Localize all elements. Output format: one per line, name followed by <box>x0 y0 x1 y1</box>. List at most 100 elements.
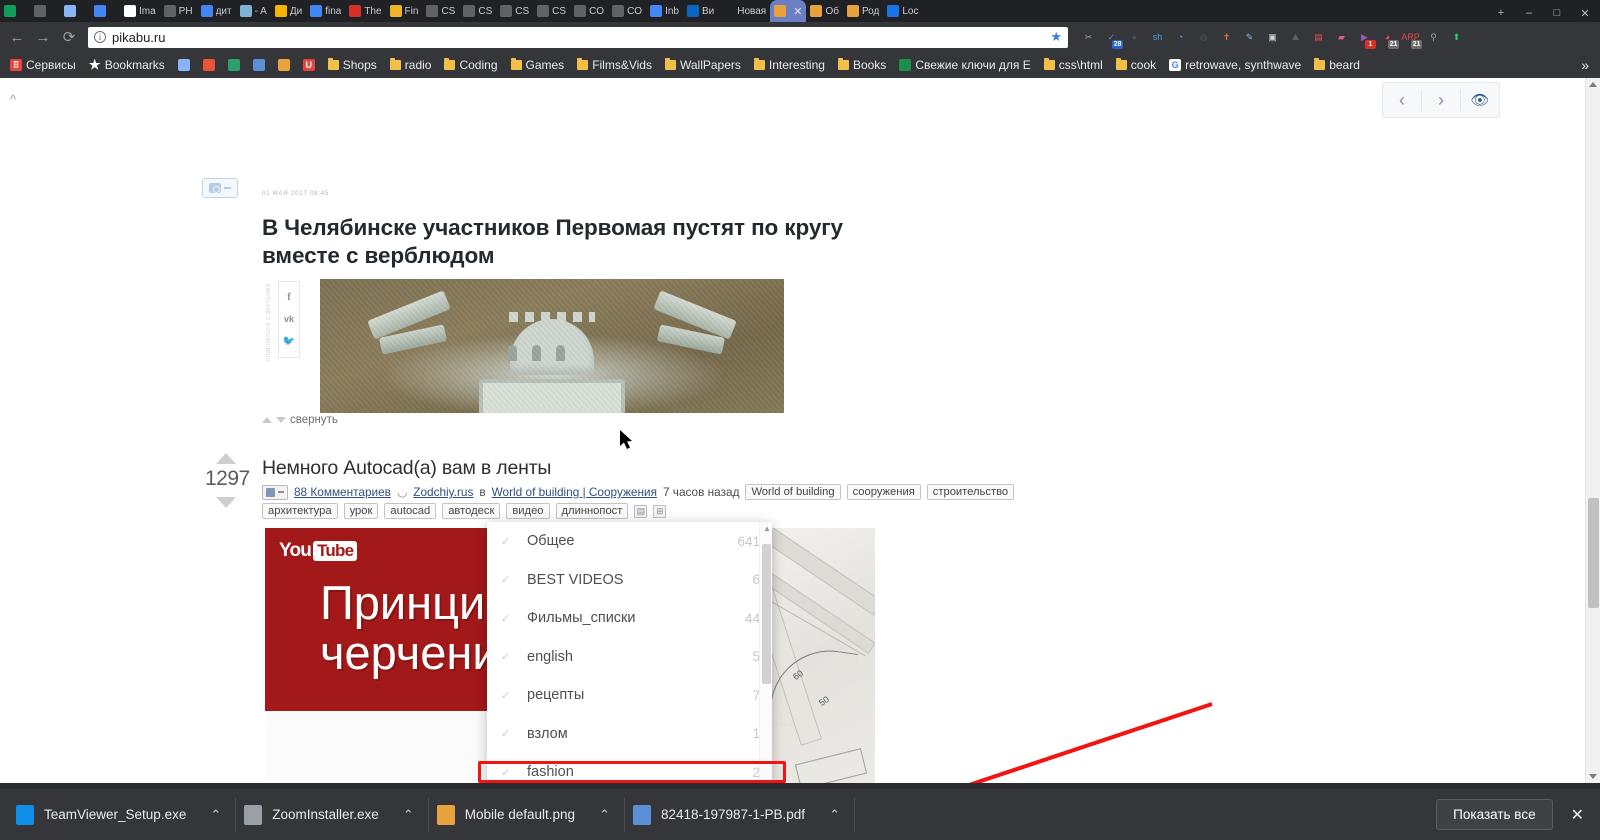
post-tag[interactable]: строительство <box>926 484 1015 500</box>
twitter-icon[interactable]: 🐦 <box>283 336 295 347</box>
url-text[interactable]: pikabu.ru <box>112 30 1044 45</box>
browser-tab[interactable]: CS <box>496 0 533 22</box>
show-all-downloads-button[interactable]: Показать все <box>1436 799 1553 830</box>
post-tag[interactable]: архитектура <box>262 503 338 519</box>
browser-tab[interactable]: Ди <box>271 0 306 22</box>
post-tag[interactable]: видео <box>506 503 550 519</box>
download-menu-caret[interactable]: ⌃ <box>403 807 414 823</box>
bookmark-item[interactable]: cook <box>1111 56 1161 74</box>
browser-tab[interactable]: CO <box>570 0 608 22</box>
bookmark-item[interactable] <box>248 57 270 73</box>
post-tag[interactable]: автодеск <box>442 503 501 519</box>
drop-icon[interactable]: ◍ <box>1195 29 1212 46</box>
post-type-badge[interactable] <box>262 484 288 500</box>
download-menu-caret[interactable]: ⌃ <box>210 807 221 823</box>
bookmark-item[interactable]: radio <box>385 56 437 74</box>
facebook-icon[interactable]: f <box>287 292 290 303</box>
dark-circle-icon[interactable]: ● <box>1126 29 1143 46</box>
bookmark-item[interactable]: Свежие ключи для E <box>894 56 1035 74</box>
browser-tab[interactable]: The <box>345 0 385 22</box>
eye-toggle-icon[interactable]: 👁 <box>1461 91 1499 109</box>
cross-icon[interactable]: ✝ <box>1218 29 1235 46</box>
prev-post-button[interactable]: ‹ <box>1383 89 1422 111</box>
bookmark-item[interactable]: css\html <box>1039 56 1108 74</box>
scrollbar-down-arrow[interactable] <box>1589 774 1597 779</box>
category-item[interactable]: ✓ BEST VIDEOS 6 <box>487 561 772 600</box>
download-menu-caret[interactable]: ⌃ <box>599 807 610 823</box>
browser-tab[interactable]: дит <box>197 0 236 22</box>
bookmark-item[interactable]: Films&Vids <box>572 56 657 74</box>
category-item[interactable]: ✓ english 5 <box>487 638 772 677</box>
browser-tab[interactable]: ✕ <box>770 0 807 22</box>
pin-icon[interactable]: ⚲ <box>1425 29 1442 46</box>
bookmark-item[interactable]: beard <box>1309 56 1365 74</box>
bookmark-item[interactable] <box>173 57 195 73</box>
upvote-button[interactable] <box>216 453 236 464</box>
bookmark-item[interactable] <box>273 57 295 73</box>
author-link[interactable]: Zodchiy.rus <box>413 485 473 499</box>
check-icon[interactable]: ✓ <box>501 650 515 663</box>
close-window-button[interactable]: ✕ <box>1572 4 1598 22</box>
window-icon[interactable]: ▣ <box>1264 29 1281 46</box>
wifi-icon[interactable]: ◔ <box>1172 29 1189 46</box>
category-item[interactable]: ✓ взлом 1 <box>487 715 772 754</box>
downvote-button[interactable] <box>216 497 236 508</box>
browser-tab[interactable]: CS <box>459 0 496 22</box>
browser-tab[interactable]: Fin <box>386 0 423 22</box>
browser-tab[interactable]: Род <box>843 0 883 22</box>
expand-icon[interactable]: ⊞ <box>653 504 667 518</box>
bookmark-item[interactable]: Books <box>833 56 891 74</box>
browser-tab[interactable] <box>0 0 30 22</box>
browser-tab[interactable]: Inb <box>646 0 683 22</box>
post-tag[interactable]: длиннопост <box>555 503 629 519</box>
bookmark-item[interactable] <box>223 57 245 73</box>
browser-tab[interactable] <box>90 0 120 22</box>
site-info-icon[interactable]: i <box>94 31 106 43</box>
browser-tab[interactable]: - A <box>236 0 271 22</box>
arp-icon[interactable]: ARP 21 <box>1401 29 1422 49</box>
sh-icon[interactable]: sh <box>1149 29 1166 46</box>
page-scrollbar[interactable] <box>1585 78 1600 783</box>
download-item[interactable]: Mobile default.png ⌃ <box>429 797 625 832</box>
forward-button[interactable]: → <box>32 26 54 48</box>
bookmark-item[interactable]: Interesting <box>749 56 830 74</box>
pocket-icon[interactable]: ◕ 21 <box>1379 29 1399 49</box>
address-bar[interactable]: i pikabu.ru ★ <box>88 26 1068 48</box>
download-item[interactable]: TeamViewer_Setup.exe ⌃ <box>8 797 237 832</box>
new-tab-button[interactable]: + <box>1488 4 1514 22</box>
mountain-icon[interactable]: ⛰ <box>1287 29 1304 46</box>
minimize-button[interactable]: – <box>1516 4 1542 22</box>
browser-tab[interactable]: CS <box>533 0 570 22</box>
check-icon[interactable]: ✓ <box>501 727 515 740</box>
download-item[interactable]: 82418-197987-1-PB.pdf ⌃ <box>625 797 855 832</box>
vk-icon[interactable]: vk <box>284 314 294 324</box>
post-tag[interactable]: урок <box>343 503 379 519</box>
pen-icon[interactable]: ✎ <box>1241 29 1258 46</box>
scrollbar-up-arrow[interactable] <box>1589 82 1597 87</box>
maximize-button[interactable]: □ <box>1544 4 1570 22</box>
post-tag[interactable]: World of building <box>745 484 841 500</box>
bookmark-item[interactable]: WallPapers <box>660 56 746 74</box>
back-button[interactable]: ← <box>6 26 28 48</box>
check-icon[interactable]: ✓ <box>501 573 515 586</box>
bookmark-item[interactable]: Coding <box>439 56 502 74</box>
browser-tab[interactable]: CS <box>422 0 459 22</box>
browser-tab[interactable]: Об <box>806 0 843 22</box>
scroll-up-arrow[interactable]: ▲ <box>763 524 771 533</box>
bookmarks-overflow-button[interactable]: » <box>1581 57 1595 73</box>
check-icon[interactable]: ✓ <box>501 612 515 625</box>
tab-close-icon[interactable]: ✕ <box>793 5 802 18</box>
dropdown-scrollbar[interactable]: ▲ ▼ <box>759 522 772 783</box>
page-scrollbar-thumb[interactable] <box>1588 498 1599 608</box>
browser-tab[interactable]: Новая <box>718 0 770 22</box>
post-tag[interactable]: сооружения <box>846 484 921 500</box>
bookmark-item[interactable]: ★ Bookmarks <box>84 56 170 74</box>
community-link[interactable]: World of building | Сооружения <box>492 485 657 499</box>
scrollbar-thumb[interactable] <box>762 544 771 684</box>
browser-tab[interactable] <box>30 0 60 22</box>
post-title-2[interactable]: Немного Autocad(a) вам в ленты <box>262 457 551 480</box>
camera-toggle[interactable] <box>202 178 238 198</box>
download-item[interactable]: ZoomInstaller.exe ⌃ <box>236 797 429 832</box>
save-icon[interactable]: ▤ <box>634 504 648 518</box>
post-image-1[interactable] <box>320 279 784 413</box>
